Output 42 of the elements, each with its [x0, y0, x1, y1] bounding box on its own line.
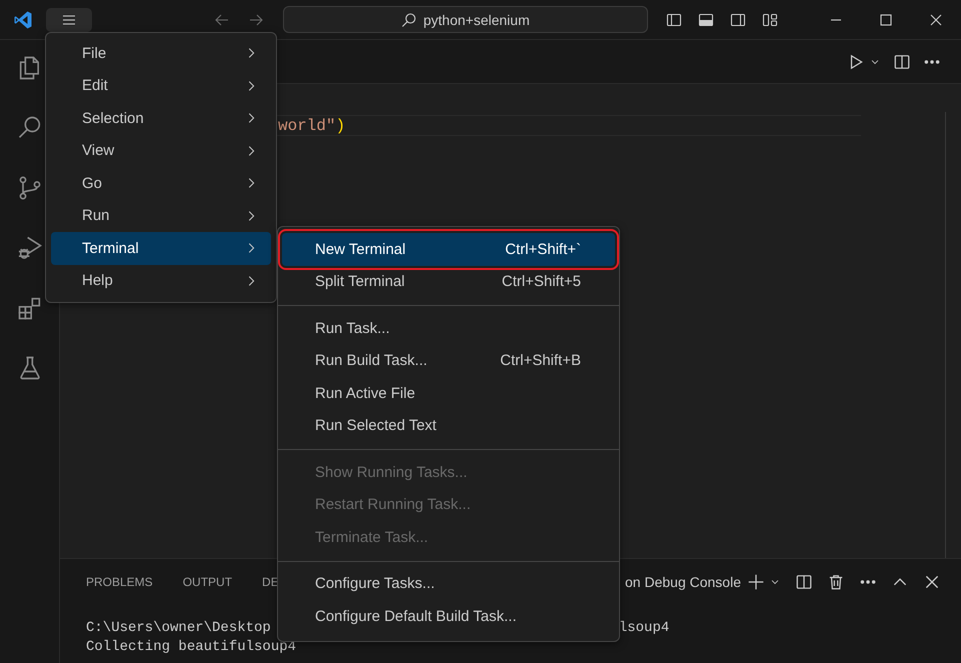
menu-item[interactable]: View: [51, 134, 271, 167]
menu-item[interactable]: Terminal: [51, 232, 271, 264]
menu-item[interactable]: Run Active File: [282, 377, 615, 410]
menu-button[interactable]: [46, 8, 92, 32]
search-icon: [401, 12, 418, 28]
menu-item[interactable]: Edit: [51, 70, 271, 102]
split-editor-icon[interactable]: [893, 52, 911, 70]
terminal-text: lsoup4: [618, 619, 670, 638]
trash-icon[interactable]: [827, 572, 845, 590]
app-logo-icon: [13, 10, 33, 30]
close-icon: [928, 12, 944, 28]
terminal-name[interactable]: on Debug Console: [625, 574, 741, 590]
toggle-secondary-sidebar-icon[interactable]: [730, 12, 746, 28]
menu-item[interactable]: Configure Default Build Task...: [282, 600, 615, 632]
menu-item[interactable]: New Terminal Ctrl+Shift+`: [282, 233, 615, 266]
toggle-sidebar-icon[interactable]: [666, 12, 682, 28]
menu-item[interactable]: Run: [51, 200, 271, 232]
back-arrow-icon[interactable]: [214, 12, 230, 28]
panel-tab[interactable]: OUTPUT: [182, 574, 232, 588]
menu-item[interactable]: Run Task...: [282, 312, 615, 344]
minimize-icon: [831, 18, 841, 20]
menu-item[interactable]: Split Terminal Ctrl+Shift+5: [282, 266, 615, 298]
forward-arrow-icon[interactable]: [248, 12, 264, 28]
plus-icon[interactable]: [747, 572, 765, 590]
menu-item[interactable]: Go: [51, 167, 271, 200]
menu-item[interactable]: Help: [51, 264, 271, 297]
terminal-text: C:\Users\owner\Desktop: [86, 619, 271, 638]
terminal-text: Collecting beautifulsoup4: [86, 638, 296, 657]
maximize-icon: [878, 12, 894, 28]
menu-item[interactable]: Run Build Task... Ctrl+Shift+B: [282, 344, 615, 377]
menu-item[interactable]: File: [51, 37, 271, 70]
customize-layout-icon[interactable]: [762, 12, 778, 28]
code-token: world": [278, 116, 336, 134]
panel-tab[interactable]: DE: [262, 574, 279, 588]
command-center-search[interactable]: python+selenium: [283, 6, 648, 33]
menu-item[interactable]: Configure Tasks...: [282, 568, 615, 600]
menu-item[interactable]: Selection: [51, 102, 271, 134]
menu-item[interactable]: Run Selected Text: [282, 410, 615, 442]
toggle-panel-icon[interactable]: [698, 12, 714, 28]
split-terminal-icon[interactable]: [795, 572, 813, 590]
code-token: ): [336, 116, 346, 134]
panel-tab[interactable]: PROBLEMS: [86, 574, 153, 588]
